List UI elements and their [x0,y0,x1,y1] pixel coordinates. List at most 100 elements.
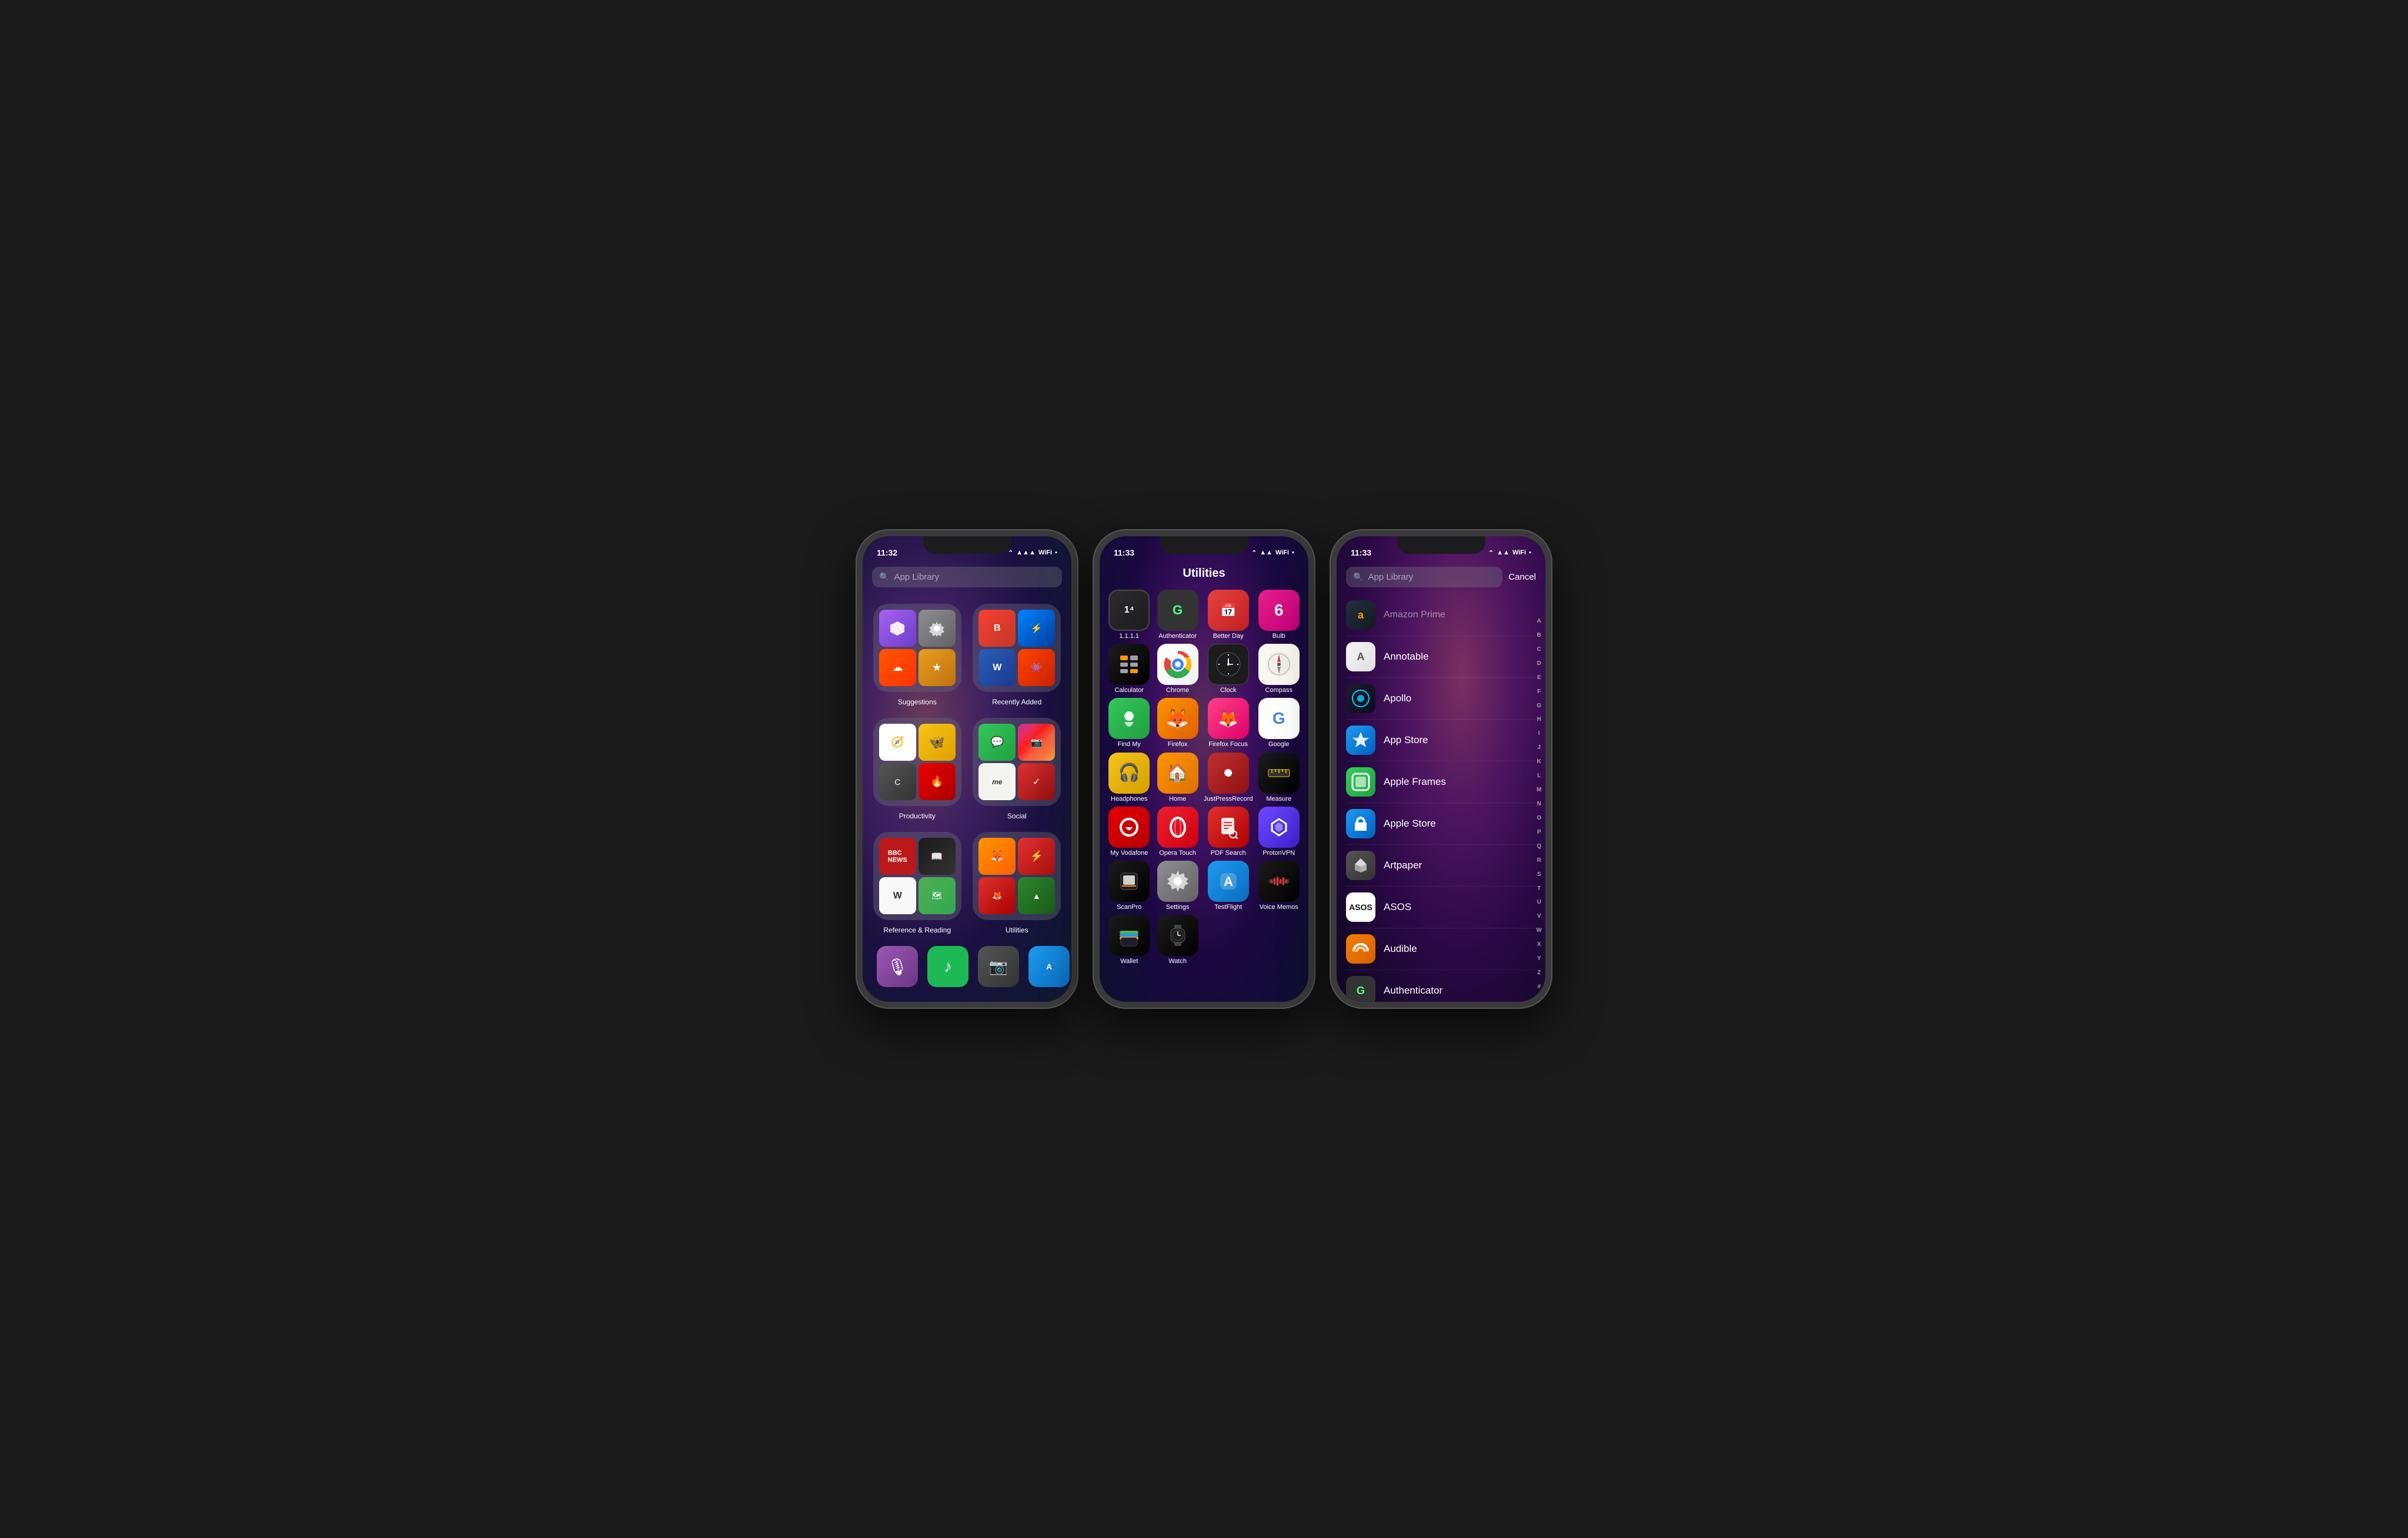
alpha-k[interactable]: K [1537,759,1541,765]
result-apollo[interactable]: Apollo [1346,678,1536,720]
app-measure[interactable]: Measure [1257,753,1301,803]
app-voicememos[interactable]: Voice Memos [1257,861,1301,911]
folder-recently-added[interactable]: B ⚡ W 👾 Recently Adde [972,604,1063,706]
result-appstore[interactable]: App Store [1346,720,1536,761]
maps-icon: 🗺 [919,877,956,914]
result-asos[interactable]: ASOS ASOS [1346,887,1536,928]
camera-app[interactable]: 📷 [978,946,1019,987]
result-audible[interactable]: Audible [1346,928,1536,970]
alpha-w[interactable]: W [1537,928,1542,934]
home-icon: 🏠 [1157,753,1198,794]
app-firefoxfocus[interactable]: 🦊 Firefox Focus [1204,698,1253,748]
alphabet-sidebar[interactable]: A B C D E F G H I J K L M N O P Q R S T [1537,618,1542,990]
soundcloud-icon: ☁ [879,649,916,686]
alpha-s[interactable]: S [1537,872,1541,878]
search-placeholder: App Library [894,572,939,582]
voicememos-icon [1258,861,1300,902]
folder-productivity[interactable]: 🧭 🦋 C 🔥 Productivit [872,718,963,820]
app-headphones[interactable]: 🎧 Headphones [1107,753,1151,803]
alpha-z[interactable]: Z [1537,970,1541,976]
app-protonvpn[interactable]: ProtonVPN [1257,807,1301,857]
app-testflight[interactable]: A TestFlight [1204,861,1253,911]
alpha-hash[interactable]: # [1537,984,1541,990]
alpha-i[interactable]: I [1538,731,1540,737]
app-justpress[interactable]: ⏺ JustPressRecord [1204,753,1253,803]
result-annotable[interactable]: A Annotable [1346,636,1536,678]
alpha-x[interactable]: X [1537,942,1541,948]
cancel-button[interactable]: Cancel [1508,572,1536,582]
app-wallet[interactable]: Wallet [1107,915,1151,965]
result-appleframes[interactable]: Apple Frames [1346,761,1536,803]
alpha-y[interactable]: Y [1537,956,1541,962]
app-settings[interactable]: Settings [1155,861,1200,911]
app-chrome[interactable]: Chrome [1155,644,1200,694]
app-home[interactable]: 🏠 Home [1155,753,1200,803]
spotify-app[interactable]: ♪ [927,946,968,987]
folder-row-1: ☁ ★ Suggestions B [872,604,1062,706]
messages-icon: 💬 [978,724,1016,761]
measure-label: Measure [1266,795,1291,803]
alpha-d[interactable]: D [1537,661,1541,667]
app-watch[interactable]: Watch [1155,915,1200,965]
shortcuts-icon [879,610,916,647]
app-authenticator[interactable]: G Authenticator [1155,590,1200,640]
alpha-j[interactable]: J [1537,745,1541,751]
alpha-f[interactable]: F [1537,689,1541,695]
folder-utilities[interactable]: 🦊 ⚡ 🦊 ▲ Utilities [972,832,1063,934]
alpha-b[interactable]: B [1537,633,1541,638]
app-scanpro[interactable]: ScanPro [1107,861,1151,911]
safari-icon-folder: 🧭 [879,724,916,761]
applestore-icon [1346,809,1375,838]
alpha-u[interactable]: U [1537,900,1541,905]
status-icons: ⌃ ▲▲▲ WiFi ▪ [1008,549,1057,557]
app-findmy[interactable]: Find My [1107,698,1151,748]
app-betterday[interactable]: 📅 Better Day [1204,590,1253,640]
app-compass[interactable]: Compass [1257,644,1301,694]
result-amazon[interactable]: a Amazon Prime [1346,594,1536,636]
alpha-l[interactable]: L [1537,773,1541,779]
alpha-t[interactable]: T [1537,886,1541,892]
alpha-a[interactable]: A [1537,618,1541,624]
alpha-e[interactable]: E [1537,675,1541,681]
result-authenticator[interactable]: G Authenticator [1346,970,1536,1002]
firefoxfocus-icon: 🦊 [1208,698,1249,739]
firefox-icon: 🦊 [1157,698,1198,739]
result-artpaper[interactable]: Artpaper [1346,845,1536,887]
apollo-name: Apollo [1384,693,1411,704]
app-operatouch[interactable]: Opera Touch [1155,807,1200,857]
folder-reference-label: Reference & Reading [883,926,951,934]
folder-suggestions[interactable]: ☁ ★ Suggestions [872,604,963,706]
compass-icon [1258,644,1300,685]
alpha-c[interactable]: C [1537,647,1541,653]
alpha-o[interactable]: O [1537,815,1541,821]
search-bar[interactable]: 🔍 App Library [872,567,1062,587]
folder-suggestions-label: Suggestions [898,698,937,706]
alpha-n[interactable]: N [1537,801,1541,807]
clock-label: Clock [1220,687,1237,694]
folder-reference[interactable]: BBCNEWS 📖 W 🗺 Refere [872,832,963,934]
alpha-q[interactable]: Q [1537,844,1541,850]
folder-social[interactable]: 💬 📷 me ✓ Social [972,718,1063,820]
alpha-r[interactable]: R [1537,858,1541,864]
alpha-m[interactable]: M [1537,787,1541,793]
result-applestore[interactable]: Apple Store [1346,803,1536,845]
app-myvodafone[interactable]: My Vodafone [1107,807,1151,857]
app-pdfsearch[interactable]: PDF Search [1204,807,1253,857]
app-bulb[interactable]: 6 Bulb [1257,590,1301,640]
alpha-v[interactable]: V [1537,914,1541,920]
app-1111[interactable]: 1⁴ 1.1.1.1 [1107,590,1151,640]
app-clock[interactable]: Clock [1204,644,1253,694]
annotable-icon: A [1346,642,1375,671]
search-input-area[interactable]: 🔍 App Library [1346,567,1502,587]
alpha-g[interactable]: G [1537,703,1541,709]
testflight-app[interactable]: A [1028,946,1070,987]
app-google[interactable]: G Google [1257,698,1301,748]
podcasts-app[interactable]: 🎙 [877,946,918,987]
app-firefox[interactable]: 🦊 Firefox [1155,698,1200,748]
location-icon: ⌃ [1008,549,1013,557]
alpha-h[interactable]: H [1537,717,1541,723]
alpha-p[interactable]: P [1537,830,1541,835]
firefox-label: Firefox [1168,741,1188,748]
app-calculator[interactable]: Calculator [1107,644,1151,694]
kindle-icon: 📖 [919,838,956,875]
